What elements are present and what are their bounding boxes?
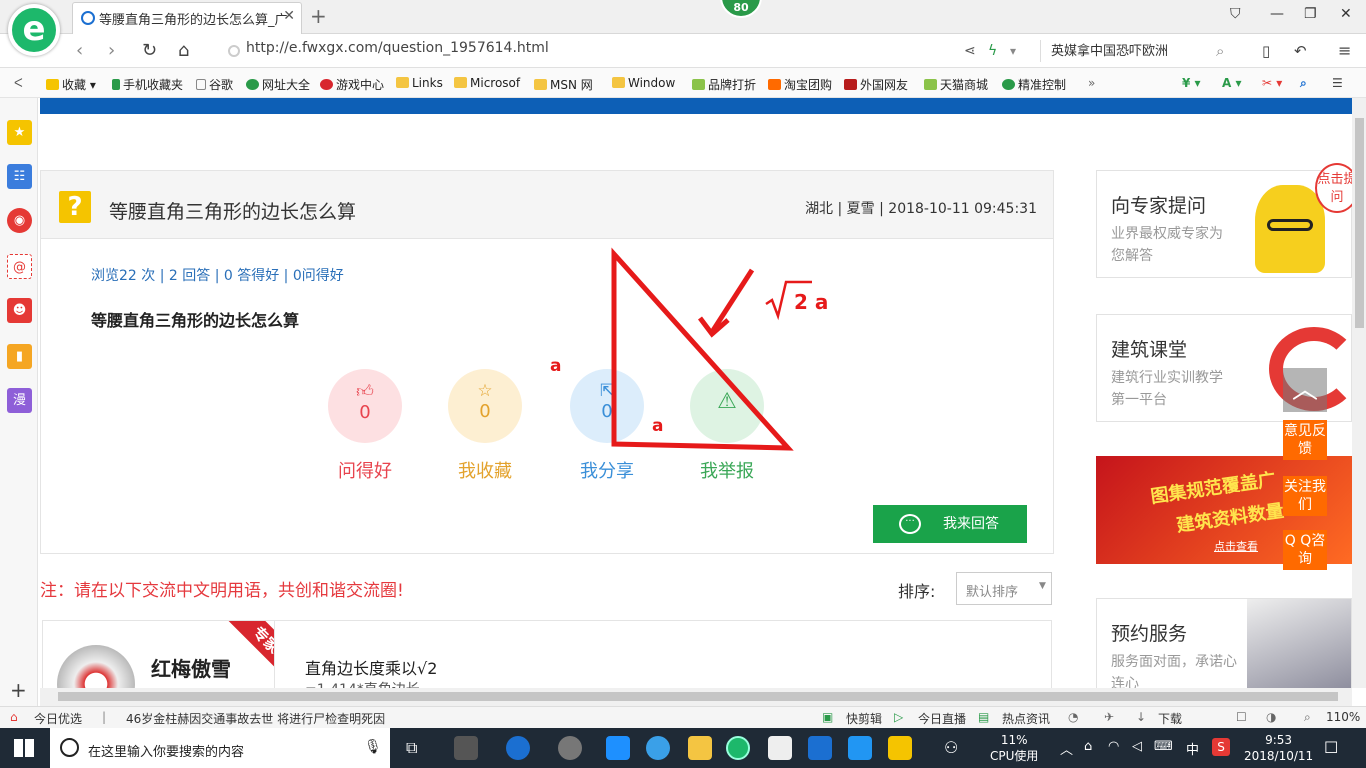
mail-app-icon[interactable] [768,736,792,760]
task-view-icon[interactable]: ⧉ [406,738,417,758]
ime-indicator[interactable]: 中 [1186,739,1199,758]
ie-app-icon[interactable] [506,736,530,760]
people-icon[interactable]: ⚇ [944,738,958,757]
status-zoom[interactable]: 110% [1326,710,1360,724]
browser-status-bar: ⌂ 今日优选 | 46岁金柱赫因交通事故去世 将进行尸检查明死因 ▣ 快剪辑 ▷… [0,706,1366,728]
app-spiral-icon[interactable] [558,736,582,760]
taskbar-search-input[interactable]: 在这里输入你要搜索的内容 🎙︎ [50,728,390,768]
arrow-annotation [709,268,755,334]
windows-start-icon[interactable] [14,739,34,757]
gift-icon: ⌂ [10,710,18,724]
sogou-ime-icon[interactable]: S [1212,738,1230,756]
browser-logo-icon[interactable]: e [8,4,60,56]
status-news-ticker[interactable]: 46岁金柱赫因交通事故去世 将进行尸检查明死因 [126,710,385,727]
annotation-overlay [611,247,812,451]
video-icon: ▣ [822,710,834,724]
cpu-meter[interactable]: 11% CPU使用 [990,732,1038,764]
divider: | [102,710,107,724]
app-plus-icon[interactable] [848,736,872,760]
status-download[interactable]: 下载 [1158,710,1182,727]
tray-chevron-icon[interactable]: ︿ [1060,739,1073,758]
audio-icon[interactable]: ◑ [1266,710,1276,724]
status-live[interactable]: 今日直播 [918,710,966,727]
speed-icon[interactable]: ◔ [1068,710,1078,724]
status-daily-picks[interactable]: 今日优选 [34,710,82,727]
horizontal-scrollbar[interactable] [40,688,1352,706]
status-hot-news[interactable]: 热点资讯 [1002,710,1050,727]
horizontal-scroll-thumb[interactable] [58,692,1338,701]
edge-icon[interactable] [606,736,630,760]
zoom-icon[interactable]: ⌕ [1304,710,1311,725]
volume-icon[interactable]: ◁ [1132,739,1142,754]
vertical-scroll-thumb[interactable] [1355,118,1364,328]
news-icon: ▤ [978,710,990,724]
cortana-icon [60,738,79,757]
notes-app-icon[interactable] [888,736,912,760]
internet-explorer-icon[interactable] [646,736,670,760]
app-g-icon[interactable] [808,736,832,760]
pin-icon[interactable]: ✈ [1104,710,1114,724]
taskbar-clock[interactable]: 9:53 2018/10/11 [1244,732,1313,764]
microphone-icon[interactable]: 🎙︎ [364,739,382,755]
notification-icon[interactable]: ☐ [1324,738,1338,757]
vertical-scrollbar[interactable] [1352,98,1366,688]
browser-taskbar-icon[interactable] [726,736,750,760]
label-hypotenuse: 2 a [794,290,829,314]
wifi-icon[interactable]: ◠ [1108,739,1119,754]
file-explorer-icon[interactable] [688,736,712,760]
play-icon: ▷ [894,710,904,724]
download-icon: ↓ [1136,710,1147,724]
triangle-annotation [611,247,794,451]
network-tray-icon[interactable]: ⌂ [1084,739,1092,754]
status-quick-edit[interactable]: 快剪辑 [846,710,882,727]
label-a-base: a [652,416,664,436]
window-icon[interactable]: ☐ [1236,710,1247,724]
windows-taskbar: 在这里输入你要搜索的内容 🎙︎ ⧉ ⚇ 11% CPU使用 ︿ ⌂ ◠ ◁ ⌨ … [0,728,1366,768]
app-fan-icon[interactable] [454,736,478,760]
label-a-vertical: a [550,356,562,376]
keyboard-icon[interactable]: ⌨ [1154,739,1173,754]
